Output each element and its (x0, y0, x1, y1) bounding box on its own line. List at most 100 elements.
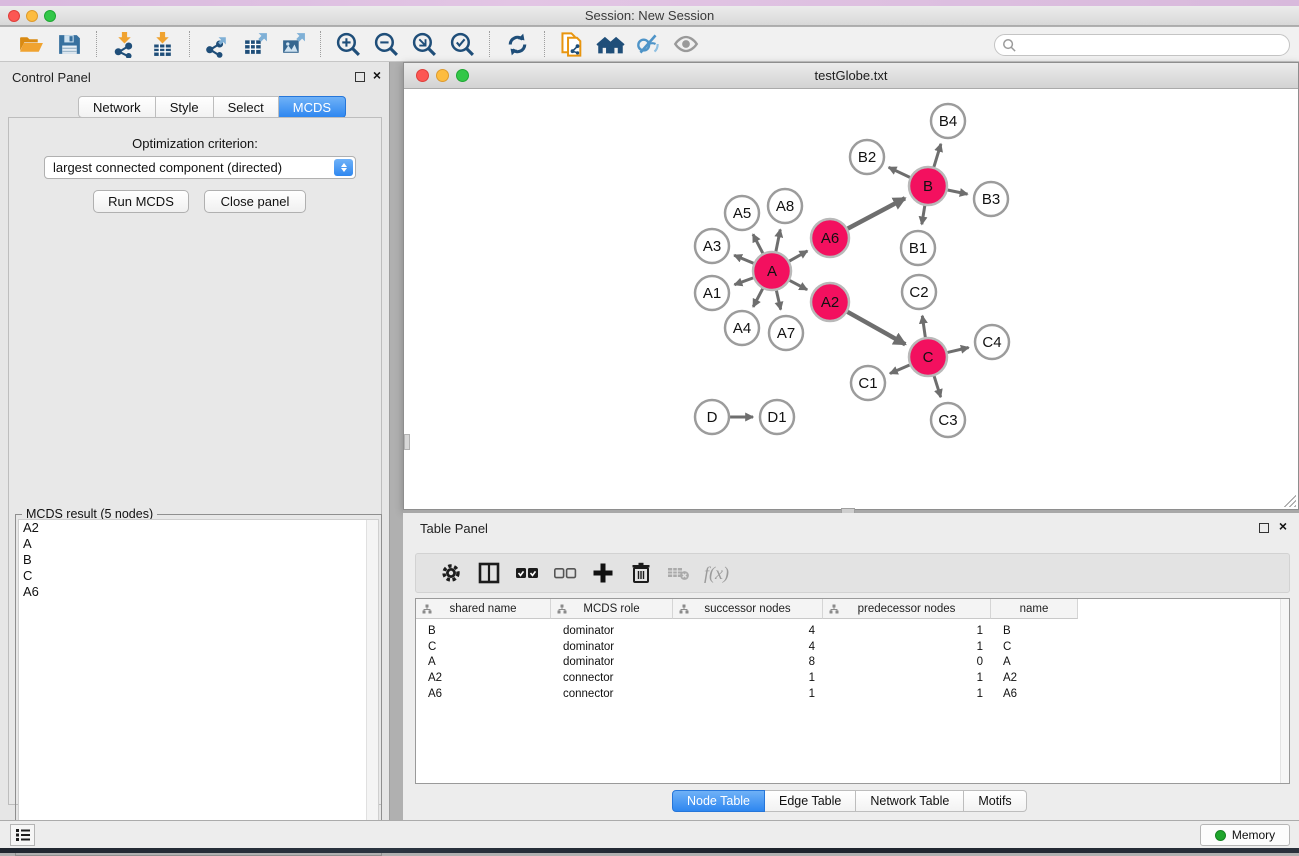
close-panel-icon[interactable]: × (373, 68, 381, 82)
node-A[interactable]: A (753, 252, 791, 290)
zoom-fit-icon[interactable] (405, 29, 443, 59)
edge-B-B2[interactable] (889, 167, 910, 177)
edge-C-C2[interactable] (922, 316, 925, 337)
select-all-checkboxes-icon[interactable] (508, 558, 546, 588)
column-header-MCDS-role[interactable]: MCDS role (551, 599, 673, 619)
column-header-shared-name[interactable]: shared name (416, 599, 551, 619)
float-panel-icon[interactable] (355, 72, 365, 82)
tab-network[interactable]: Network (78, 96, 156, 118)
edge-B-B3[interactable] (948, 190, 968, 194)
column-header-predecessor-nodes[interactable]: predecessor nodes (823, 599, 991, 619)
tab-edge-table[interactable]: Edge Table (765, 790, 856, 812)
table-row[interactable]: Bdominator41B (416, 623, 1289, 639)
node-A1[interactable]: A1 (695, 276, 729, 310)
column-header-successor-nodes[interactable]: successor nodes (673, 599, 823, 619)
show-eye-icon[interactable] (667, 29, 705, 59)
delete-column-icon[interactable] (622, 558, 660, 588)
first-neighbors-icon[interactable] (591, 29, 629, 59)
edge-C-C4[interactable] (948, 348, 969, 353)
function-builder-icon[interactable]: f(x) (704, 563, 729, 584)
criterion-dropdown[interactable]: largest connected component (directed) (44, 156, 356, 179)
task-history-button[interactable] (10, 824, 35, 846)
node-B2[interactable]: B2 (850, 140, 884, 174)
tab-node-table[interactable]: Node Table (672, 790, 765, 812)
node-C2[interactable]: C2 (902, 275, 936, 309)
export-network-icon[interactable] (198, 29, 236, 59)
result-list-item[interactable]: A (19, 536, 378, 552)
export-image-icon[interactable] (274, 29, 312, 59)
edge-A-A1[interactable] (735, 278, 754, 285)
result-list-item[interactable]: A6 (19, 584, 378, 600)
search-input[interactable] (1017, 36, 1289, 54)
open-file-icon[interactable] (12, 29, 50, 59)
node-B4[interactable]: B4 (931, 104, 965, 138)
result-list-item[interactable]: B (19, 552, 378, 568)
close-panel-button[interactable]: Close panel (204, 190, 306, 213)
node-A2[interactable]: A2 (811, 283, 849, 321)
node-B3[interactable]: B3 (974, 182, 1008, 216)
search-field[interactable] (994, 34, 1290, 56)
node-A8[interactable]: A8 (768, 189, 802, 223)
close-table-panel-icon[interactable]: × (1279, 519, 1287, 533)
edge-A2-C[interactable] (847, 312, 905, 345)
tab-style[interactable]: Style (156, 96, 214, 118)
network-window-titlebar[interactable]: testGlobe.txt (404, 63, 1298, 89)
gear-icon[interactable] (432, 558, 470, 588)
node-A5[interactable]: A5 (725, 196, 759, 230)
table-row[interactable]: A2connector11A2 (416, 670, 1289, 686)
node-D[interactable]: D (695, 400, 729, 434)
edge-C-C3[interactable] (934, 376, 941, 397)
edge-A6-B[interactable] (848, 198, 905, 228)
left-splitter-collapse-handle[interactable] (404, 434, 410, 450)
node-B[interactable]: B (909, 167, 947, 205)
window-resize-grip[interactable] (1282, 493, 1296, 507)
edge-A-A2[interactable] (790, 280, 808, 289)
edge-A-A3[interactable] (734, 255, 753, 263)
import-table-icon[interactable] (143, 29, 181, 59)
edge-A-A8[interactable] (776, 230, 780, 252)
tab-select[interactable]: Select (214, 96, 279, 118)
edge-A-A5[interactable] (753, 234, 763, 253)
tab-motifs[interactable]: Motifs (964, 790, 1026, 812)
node-B1[interactable]: B1 (901, 231, 935, 265)
node-C4[interactable]: C4 (975, 325, 1009, 359)
node-C1[interactable]: C1 (851, 366, 885, 400)
column-view-icon[interactable] (470, 558, 508, 588)
node-A6[interactable]: A6 (811, 219, 849, 257)
node-C3[interactable]: C3 (931, 403, 965, 437)
node-A3[interactable]: A3 (695, 229, 729, 263)
export-table-icon[interactable] (236, 29, 274, 59)
node-table[interactable]: shared nameMCDS rolesuccessor nodesprede… (415, 598, 1290, 784)
result-scrollbar[interactable] (366, 520, 378, 852)
node-A4[interactable]: A4 (725, 311, 759, 345)
table-scrollbar[interactable] (1280, 599, 1289, 783)
memory-button[interactable]: Memory (1200, 824, 1290, 846)
node-D1[interactable]: D1 (760, 400, 794, 434)
network-canvas-area[interactable]: A A1 A3A5 A8 A4 A7 A6 A2 B B2 B4 B3 B1 C C2 C4 C1 C3 D D1 (404, 89, 1298, 509)
save-session-icon[interactable] (50, 29, 88, 59)
zoom-in-icon[interactable] (329, 29, 367, 59)
edge-C-C1[interactable] (890, 365, 910, 374)
zoom-selected-icon[interactable] (443, 29, 481, 59)
column-header-name[interactable]: name (991, 599, 1078, 619)
deselect-checkboxes-icon[interactable] (546, 558, 584, 588)
mcds-result-list[interactable]: A2ABCA6 (18, 519, 379, 853)
node-C[interactable]: C (909, 338, 947, 376)
main-titlebar[interactable]: Session: New Session (0, 6, 1299, 26)
add-column-icon[interactable] (584, 558, 622, 588)
tab-network-table[interactable]: Network Table (856, 790, 964, 812)
tab-mcds[interactable]: MCDS (279, 96, 346, 118)
delete-table-icon[interactable] (660, 558, 698, 588)
table-row[interactable]: Adominator80A (416, 654, 1289, 670)
duplicate-network-icon[interactable] (553, 29, 591, 59)
edge-A-A7[interactable] (776, 291, 780, 310)
result-list-item[interactable]: A2 (19, 520, 378, 536)
zoom-out-icon[interactable] (367, 29, 405, 59)
node-A7[interactable]: A7 (769, 316, 803, 350)
table-row[interactable]: Cdominator41C (416, 639, 1289, 655)
hide-annotations-icon[interactable] (629, 29, 667, 59)
refresh-icon[interactable] (498, 29, 536, 59)
edge-A-A4[interactable] (753, 289, 763, 307)
edge-A-A6[interactable] (789, 251, 807, 261)
float-table-panel-icon[interactable] (1259, 523, 1269, 533)
